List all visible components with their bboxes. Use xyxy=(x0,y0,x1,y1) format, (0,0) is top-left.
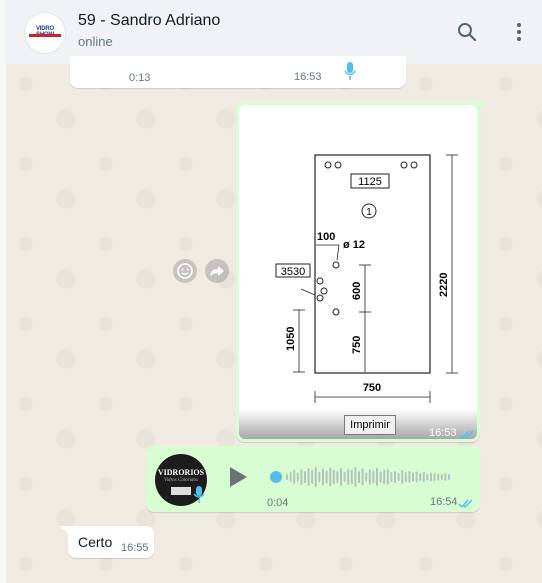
waveform-bar xyxy=(440,474,443,480)
side-label: 3530 xyxy=(281,266,305,278)
audio-waveform[interactable] xyxy=(266,462,466,492)
waveform-bar xyxy=(358,471,360,483)
waveform-bar xyxy=(296,472,299,482)
message-time: 16:54 xyxy=(430,496,458,508)
contact-name[interactable]: 59 - Sandro Adriano xyxy=(78,12,220,30)
waveform-bar xyxy=(300,469,303,485)
contact-status: online xyxy=(78,34,113,49)
waveform-bar xyxy=(433,473,436,481)
dim-600: 600 xyxy=(351,282,363,300)
waveform-bar xyxy=(325,470,328,484)
waveform-bar xyxy=(286,474,288,480)
waveform-bar xyxy=(419,473,422,481)
waveform-bar xyxy=(404,472,407,482)
waveform-bar xyxy=(394,471,396,483)
contact-avatar[interactable]: VIDRO SHOW xyxy=(24,12,66,54)
audio-duration: 0:04 xyxy=(267,497,289,509)
mic-icon xyxy=(344,62,356,87)
react-emoji-icon[interactable] xyxy=(173,259,197,283)
voice-message[interactable]: VIDRORIOS Vidros Coloridos 0:04 16:54 xyxy=(146,446,480,512)
waveform-bar xyxy=(332,469,335,485)
waveform-bar xyxy=(379,471,382,483)
audio-duration: 0:13 xyxy=(129,72,151,84)
waveform-bar xyxy=(415,471,418,483)
read-ticks-icon xyxy=(459,427,475,439)
message-time: 16:55 xyxy=(121,542,149,554)
previous-audio-message[interactable]: 0:13 16:53 xyxy=(70,56,406,88)
piece-number: 1 xyxy=(366,207,372,218)
dim-2220: 2220 xyxy=(438,273,450,297)
forward-icon[interactable] xyxy=(205,259,229,283)
waveform-bar xyxy=(372,470,375,484)
progress-handle xyxy=(270,471,282,483)
waveform-bar xyxy=(444,473,447,481)
dim-750-vertical: 750 xyxy=(351,336,363,354)
waveform-bar xyxy=(350,470,353,484)
read-ticks-icon xyxy=(458,496,474,514)
bubble-tail xyxy=(60,526,68,534)
mic-icon xyxy=(193,486,205,509)
waveform-bar xyxy=(376,468,378,486)
avatar-brand: VIDRORIOS xyxy=(157,468,205,477)
waveform-bar xyxy=(412,472,414,482)
waveform-bar xyxy=(336,471,339,483)
waveform-bar xyxy=(322,468,324,486)
avatar-card xyxy=(171,487,191,495)
waveform-bar xyxy=(437,473,440,481)
avatar-logo-bar xyxy=(29,34,61,37)
waveform-bar xyxy=(340,468,342,486)
waveform-bar xyxy=(386,469,389,485)
waveform-bar xyxy=(343,472,346,482)
waveform-bar xyxy=(422,472,425,482)
kebab-menu-icon[interactable] xyxy=(507,20,531,44)
waveform-bar xyxy=(448,474,450,480)
waveform-bar xyxy=(430,472,432,482)
message-body: Certo xyxy=(78,534,113,550)
waveform-bar xyxy=(304,471,306,483)
play-icon[interactable] xyxy=(228,466,248,493)
message-time: 16:53 xyxy=(429,427,457,439)
waveform-bar xyxy=(361,468,364,486)
waveform-bar xyxy=(347,469,350,485)
waveform-bar xyxy=(408,471,411,483)
waveform-bar xyxy=(365,472,368,482)
waveform-bar xyxy=(368,469,371,485)
width-label: 1125 xyxy=(358,176,382,188)
dim-1050: 1050 xyxy=(285,327,297,351)
waveform-bar xyxy=(293,470,296,484)
waveform-bar xyxy=(314,467,317,487)
search-icon[interactable] xyxy=(455,20,479,44)
waveform-bar xyxy=(390,472,393,482)
waveform-bar xyxy=(289,472,292,482)
waveform-bar xyxy=(318,471,321,483)
waveform-bar xyxy=(329,467,332,487)
waveform-bar xyxy=(311,470,314,484)
image-message[interactable]: 1125 1 100 ø 12 3530 600 750 1050 2220 7… xyxy=(236,102,480,442)
text-message[interactable]: Certo 16:55 xyxy=(68,526,154,558)
waveform-bar xyxy=(426,473,429,481)
waveform-bar xyxy=(307,468,310,486)
waveform-bar xyxy=(383,470,386,484)
hole-diameter-label: ø 12 xyxy=(343,239,365,251)
offset-label: 100 xyxy=(317,231,335,243)
technical-drawing-image[interactable]: 1125 1 100 ø 12 3530 600 750 1050 2220 7… xyxy=(239,105,477,439)
waveform-bar xyxy=(401,470,404,484)
avatar-brand-sub: Vidros Coloridos xyxy=(163,478,199,483)
dim-750-horizontal: 750 xyxy=(363,382,381,394)
waveform-bar xyxy=(354,467,357,487)
glass-panel-drawing: 1125 1 100 ø 12 3530 600 750 1050 2220 7… xyxy=(275,154,458,403)
print-button[interactable]: Imprimir xyxy=(344,415,396,435)
waveform-bar xyxy=(397,473,400,481)
message-time: 16:53 xyxy=(294,71,322,83)
